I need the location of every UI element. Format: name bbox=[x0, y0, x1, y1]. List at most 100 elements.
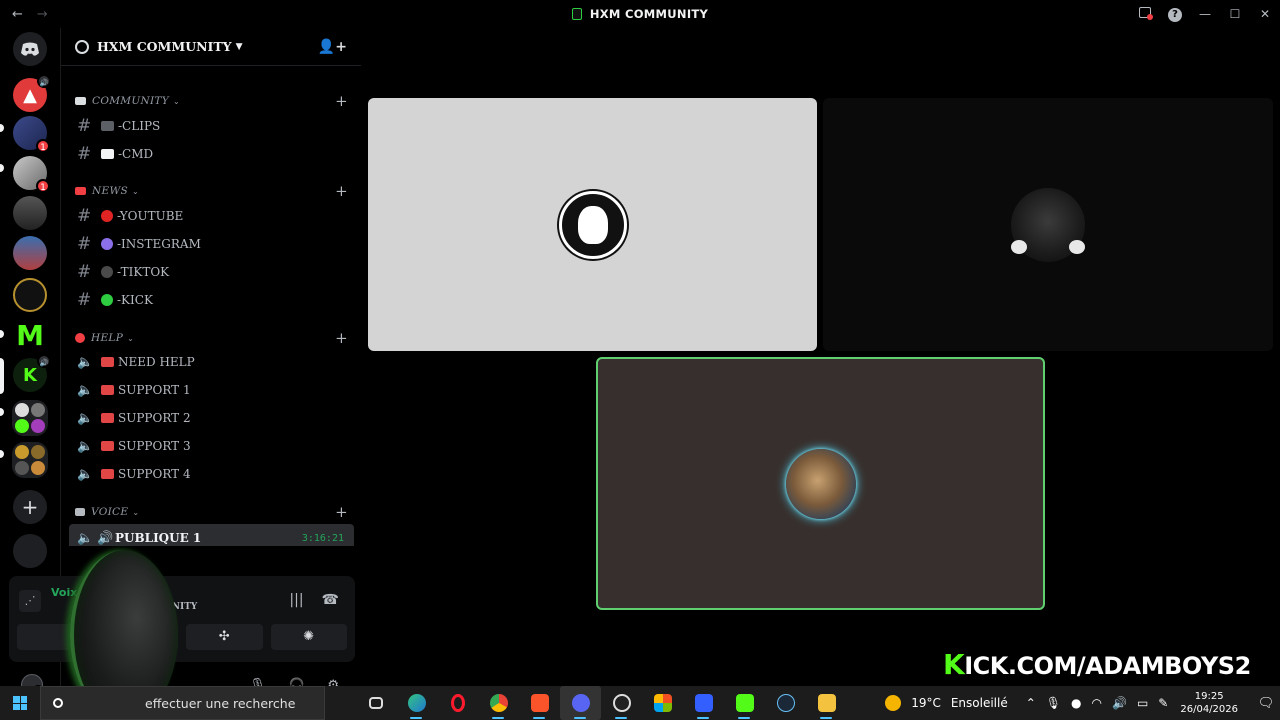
server-folder-1[interactable] bbox=[12, 400, 48, 436]
battery-icon[interactable]: ▭ bbox=[1137, 696, 1148, 710]
back-arrow-icon[interactable]: ← bbox=[12, 7, 23, 22]
server-icon-c[interactable]: 1 bbox=[13, 156, 50, 193]
voice-channel-active-icon: 🔈 bbox=[77, 530, 94, 546]
roblox-icon[interactable] bbox=[683, 686, 724, 720]
weather-widget[interactable]: 19°C Ensoleillé bbox=[885, 695, 1008, 711]
video-tile-user-2[interactable] bbox=[823, 98, 1273, 351]
discover-button[interactable] bbox=[13, 534, 47, 568]
maximize-button[interactable]: ☐ bbox=[1220, 7, 1250, 21]
close-button[interactable]: ✕ bbox=[1250, 7, 1280, 21]
voice-channel-icon: 🔈 bbox=[77, 410, 94, 426]
title-bar-controls: ? — ☐ ✕ bbox=[1130, 0, 1280, 28]
category-voice[interactable]: VOICE ⌄ + bbox=[75, 502, 348, 522]
create-channel-icon[interactable]: + bbox=[335, 92, 348, 110]
server-icon-b[interactable]: 1 bbox=[13, 116, 50, 153]
help-icon[interactable]: ? bbox=[1160, 6, 1190, 22]
invite-people-icon[interactable]: 👤+ bbox=[318, 39, 347, 55]
create-channel-icon[interactable]: + bbox=[335, 503, 348, 521]
channel-publique-1[interactable]: 🔈 🔊 PUBLIQUE 1 3:16:21 bbox=[69, 524, 354, 546]
task-view-icon[interactable] bbox=[355, 686, 396, 720]
opera-icon[interactable] bbox=[437, 686, 478, 720]
obs-icon[interactable] bbox=[601, 686, 642, 720]
file-explorer-icon[interactable] bbox=[806, 686, 847, 720]
noise-suppression-icon[interactable]: ||| bbox=[289, 592, 303, 608]
create-channel-icon[interactable]: + bbox=[335, 329, 348, 347]
server-icon-hxm[interactable]: K 🔊 bbox=[13, 354, 51, 392]
category-label: VOICE bbox=[91, 506, 129, 518]
channel-cmd[interactable]: # -CMD bbox=[69, 140, 354, 168]
soundboard-icon[interactable]: ✺ bbox=[270, 624, 347, 650]
unread-pill bbox=[0, 330, 4, 338]
channel-support-3[interactable]: 🔈 SUPPORT 3 bbox=[69, 432, 354, 460]
category-community[interactable]: COMMUNITY ⌄ + bbox=[75, 91, 348, 111]
video-stage bbox=[361, 28, 1280, 686]
channel-tiktok[interactable]: # -TIKTOK bbox=[69, 258, 354, 286]
discord-home-button[interactable] bbox=[13, 32, 47, 66]
guild-header[interactable]: HXM COMMUNITY ▼ 👤+ bbox=[61, 28, 361, 66]
create-channel-icon[interactable]: + bbox=[335, 182, 348, 200]
channel-label: -CLIPS bbox=[118, 119, 161, 133]
microphone-icon[interactable]: 🎙 bbox=[1046, 696, 1061, 710]
pen-icon[interactable]: ✎ bbox=[1158, 696, 1168, 710]
forward-arrow-icon[interactable]: → bbox=[37, 7, 48, 22]
channel-label: PUBLIQUE 1 bbox=[115, 531, 202, 545]
video-tile-user-3-speaking[interactable] bbox=[596, 357, 1045, 610]
channel-label: -YOUTUBE bbox=[117, 209, 184, 223]
video-tile-user-1[interactable] bbox=[368, 98, 817, 351]
edge-icon[interactable] bbox=[396, 686, 437, 720]
search-box[interactable]: effectuer une recherche bbox=[40, 686, 325, 720]
add-server-button[interactable]: + bbox=[13, 490, 47, 524]
chrome-icon[interactable] bbox=[478, 686, 519, 720]
system-tray: 19°C Ensoleillé ⌃ 🎙 ● ◠ 🔊 ▭ ✎ 19:25 26/0… bbox=[885, 686, 1280, 720]
voice-channel-icon: 🔈 bbox=[77, 466, 94, 482]
text-channel-icon: # bbox=[77, 234, 92, 254]
server-icon-e[interactable] bbox=[13, 236, 47, 270]
server-icon-a[interactable]: ▲ 🔊 bbox=[13, 74, 51, 112]
signal-icon[interactable]: ⋰ bbox=[19, 590, 41, 612]
channel-support-1[interactable]: 🔈 SUPPORT 1 bbox=[69, 376, 354, 404]
channel-instegram[interactable]: # -INSTEGRAM bbox=[69, 230, 354, 258]
guild-name: HXM COMMUNITY bbox=[97, 39, 232, 54]
volume-icon[interactable]: 🔊 bbox=[1112, 696, 1127, 710]
notifications-icon[interactable]: 🗨 bbox=[1252, 696, 1280, 711]
voice-status[interactable]: Voix bbox=[51, 586, 77, 599]
server-icon-scarab[interactable] bbox=[13, 196, 47, 230]
channel-support-4[interactable]: 🔈 SUPPORT 4 bbox=[69, 460, 354, 488]
guild-badge-icon bbox=[75, 39, 89, 54]
minimize-button[interactable]: — bbox=[1190, 7, 1220, 21]
compass-icon bbox=[13, 534, 47, 568]
telephone-emoji-icon bbox=[101, 469, 114, 479]
weather-temp: 19°C bbox=[911, 696, 941, 710]
app-tray-icon[interactable]: ● bbox=[1071, 696, 1081, 710]
category-help[interactable]: HELP ⌄ + bbox=[75, 328, 348, 348]
selected-server-pill bbox=[0, 358, 4, 394]
channel-kick[interactable]: # -KICK bbox=[69, 286, 354, 314]
clock-time: 19:25 bbox=[1194, 691, 1224, 702]
wifi-icon[interactable]: ◠ bbox=[1092, 696, 1102, 710]
channel-youtube[interactable]: # -YOUTUBE bbox=[69, 202, 354, 230]
steam-icon[interactable] bbox=[765, 686, 806, 720]
microsoft-store-icon[interactable] bbox=[642, 686, 683, 720]
clock[interactable]: 19:25 26/04/2026 bbox=[1180, 690, 1238, 716]
server-icon-m[interactable]: M bbox=[13, 318, 47, 352]
server-icon-f[interactable] bbox=[13, 278, 47, 312]
avatar bbox=[558, 190, 627, 259]
chevron-up-icon[interactable]: ⌃ bbox=[1026, 696, 1036, 710]
start-button[interactable] bbox=[0, 696, 40, 710]
brave-icon[interactable] bbox=[519, 686, 560, 720]
server-folder-2[interactable] bbox=[12, 442, 48, 478]
channel-clips[interactable]: # -CLIPS bbox=[69, 112, 354, 140]
activities-icon[interactable]: ✣ bbox=[186, 624, 263, 650]
server-scarab-logo bbox=[13, 196, 47, 230]
title-bar: ← → HXM COMMUNITY ? — ☐ ✕ bbox=[0, 0, 1280, 28]
kick-app-icon[interactable] bbox=[724, 686, 765, 720]
disconnect-icon[interactable]: ☎ bbox=[322, 592, 339, 608]
channel-support-2[interactable]: 🔈 SUPPORT 2 bbox=[69, 404, 354, 432]
text-channel-icon: # bbox=[77, 206, 92, 226]
channel-need-help[interactable]: 🔈 NEED HELP bbox=[69, 348, 354, 376]
channel-label: -TIKTOK bbox=[117, 265, 170, 279]
telephone-emoji-icon bbox=[101, 441, 114, 451]
discord-taskbar-icon[interactable] bbox=[560, 686, 601, 720]
category-news[interactable]: NEWS ⌄ + bbox=[75, 181, 348, 201]
inbox-icon[interactable] bbox=[1130, 7, 1160, 21]
